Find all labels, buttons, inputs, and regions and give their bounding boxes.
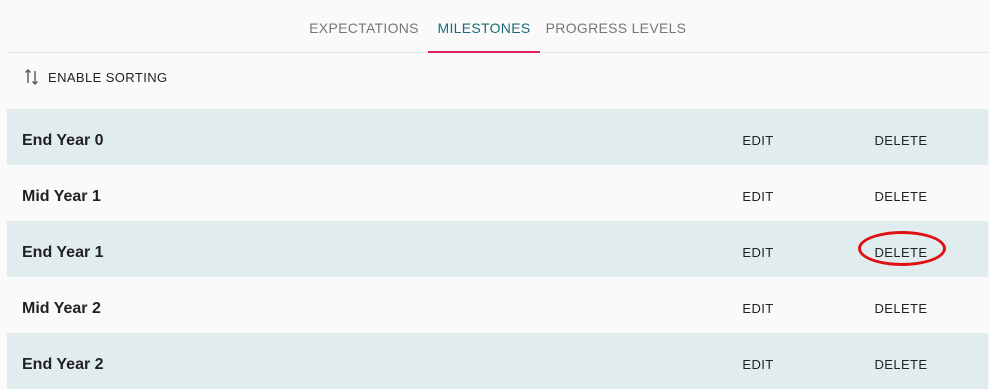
tab-expectations-label: EXPECTATIONS bbox=[309, 20, 419, 36]
edit-button[interactable]: EDIT bbox=[727, 221, 789, 285]
tab-bar: EXPECTATIONS MILESTONES PROGRESS LEVELS bbox=[7, 0, 988, 53]
delete-button[interactable]: DELETE bbox=[861, 277, 941, 341]
active-tab-indicator bbox=[428, 51, 540, 53]
milestone-title: End Year 2 bbox=[22, 356, 104, 373]
edit-button[interactable]: EDIT bbox=[727, 109, 789, 173]
list-item: End Year 2 EDIT DELETE bbox=[7, 333, 988, 389]
delete-button[interactable]: DELETE bbox=[861, 109, 941, 173]
milestone-title: Mid Year 1 bbox=[22, 188, 101, 205]
enable-sorting-button[interactable]: ENABLE SORTING bbox=[24, 64, 168, 90]
edit-button[interactable]: EDIT bbox=[727, 165, 789, 229]
sort-arrows-icon bbox=[24, 68, 40, 86]
milestones-page: EXPECTATIONS MILESTONES PROGRESS LEVELS … bbox=[0, 0, 990, 389]
list-item: Mid Year 2 EDIT DELETE bbox=[7, 277, 988, 333]
list-item: End Year 0 EDIT DELETE bbox=[7, 109, 988, 165]
delete-button[interactable]: DELETE bbox=[861, 165, 941, 229]
tab-progress-levels[interactable]: PROGRESS LEVELS bbox=[542, 0, 690, 52]
tab-milestones-label: MILESTONES bbox=[437, 20, 531, 36]
delete-button[interactable]: DELETE bbox=[861, 221, 941, 285]
list-item: End Year 1 EDIT DELETE bbox=[7, 221, 988, 277]
list-item: Mid Year 1 EDIT DELETE bbox=[7, 165, 988, 221]
tab-expectations[interactable]: EXPECTATIONS bbox=[302, 0, 426, 52]
milestone-title: End Year 0 bbox=[22, 132, 104, 149]
milestone-list: End Year 0 EDIT DELETE Mid Year 1 EDIT D… bbox=[7, 109, 988, 389]
milestone-title: End Year 1 bbox=[22, 244, 104, 261]
enable-sorting-label: ENABLE SORTING bbox=[48, 69, 168, 85]
delete-button[interactable]: DELETE bbox=[861, 333, 941, 389]
tab-milestones[interactable]: MILESTONES bbox=[428, 0, 540, 53]
edit-button[interactable]: EDIT bbox=[727, 277, 789, 341]
tab-progress-levels-label: PROGRESS LEVELS bbox=[545, 20, 687, 36]
edit-button[interactable]: EDIT bbox=[727, 333, 789, 389]
milestone-title: Mid Year 2 bbox=[22, 300, 101, 317]
